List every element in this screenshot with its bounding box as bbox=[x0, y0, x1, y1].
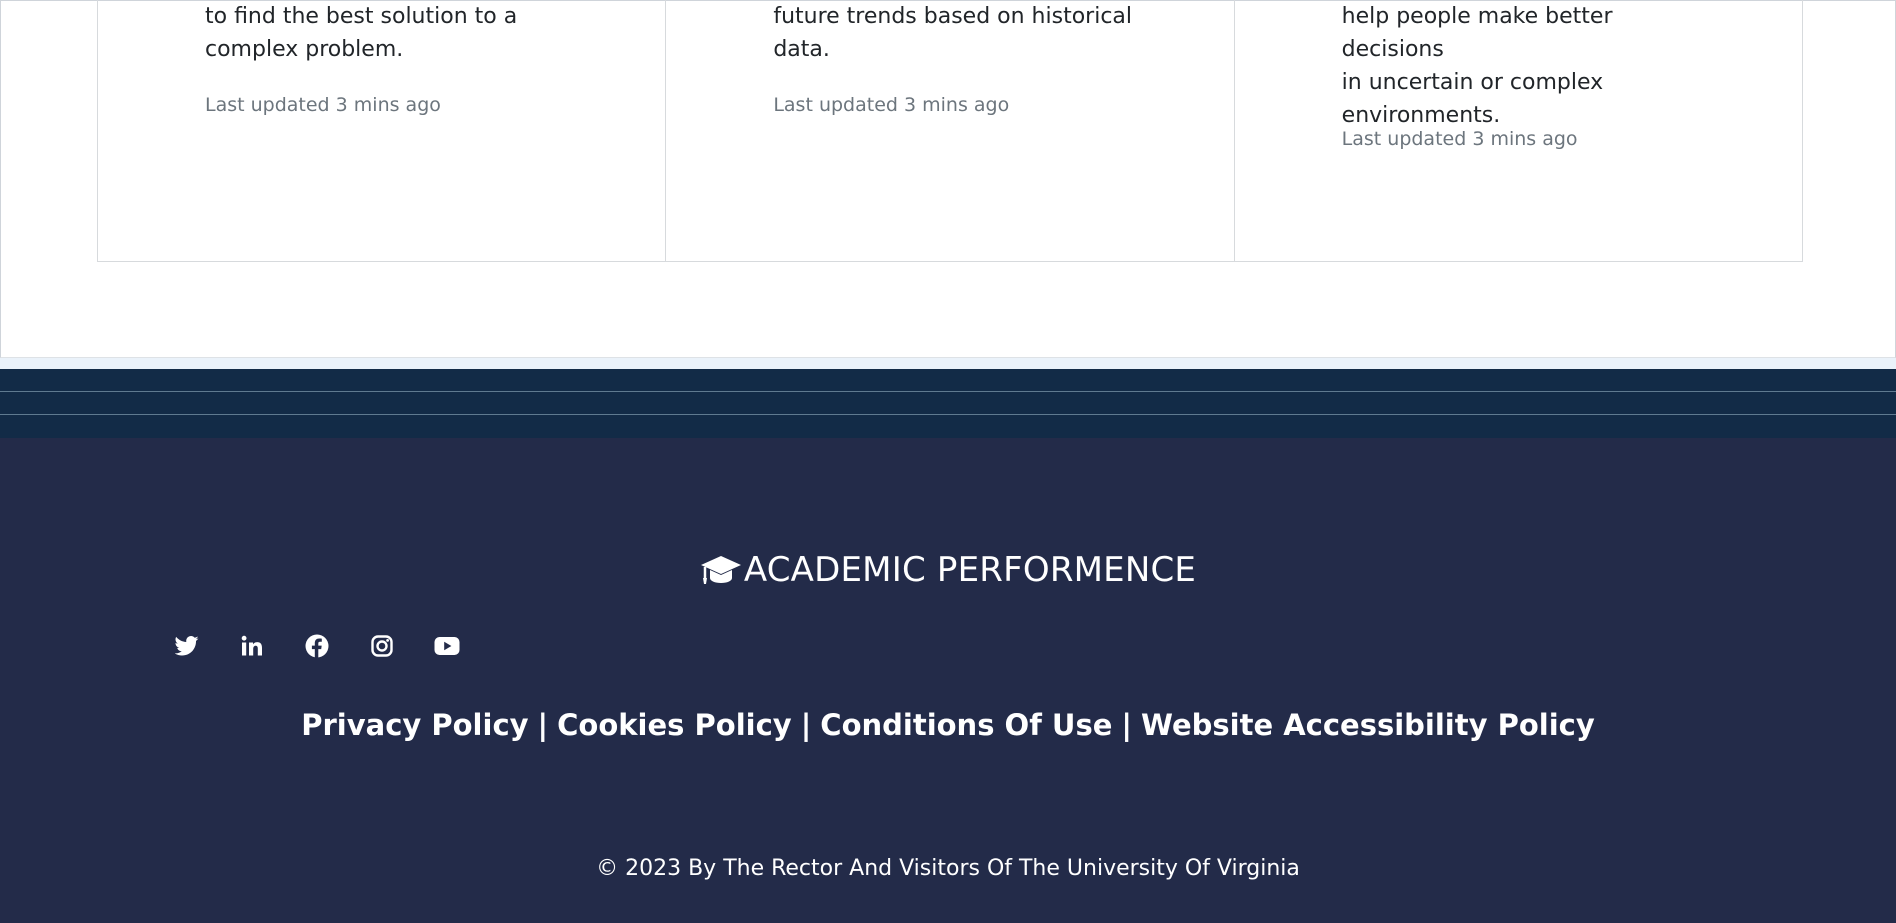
cookies-policy-link[interactable]: Cookies Policy bbox=[557, 708, 792, 742]
card-updated-text: Last updated 3 mins ago bbox=[1341, 128, 1578, 150]
card-2: future trends based on historical data. … bbox=[666, 0, 1235, 261]
youtube-link[interactable] bbox=[434, 633, 460, 659]
twitter-link[interactable] bbox=[174, 633, 200, 659]
conditions-of-use-link[interactable]: Conditions Of Use bbox=[820, 708, 1112, 742]
policy-links: Privacy Policy | Cookies Policy | Conditions… bbox=[0, 706, 1896, 744]
youtube-icon bbox=[434, 637, 460, 655]
card-updated-text: Last updated 3 mins ago bbox=[205, 94, 441, 116]
footer: ACADEMIC PERFORMENCE Privacy Policy | Co… bbox=[0, 438, 1896, 923]
linkedin-link[interactable] bbox=[239, 633, 265, 659]
link-separator: | bbox=[537, 708, 549, 742]
accessibility-policy-link[interactable]: Website Accessibility Policy bbox=[1141, 708, 1595, 742]
section-divider-light bbox=[0, 358, 1896, 369]
graduation-cap-icon bbox=[700, 555, 741, 584]
twitter-icon bbox=[175, 636, 199, 656]
instagram-icon bbox=[371, 635, 393, 657]
link-separator: | bbox=[800, 708, 812, 742]
brand-name: ACADEMIC PERFORMENCE bbox=[743, 550, 1197, 590]
card-1: to find the best solution to a complex p… bbox=[98, 0, 667, 261]
facebook-icon bbox=[305, 634, 329, 658]
card-updated-text: Last updated 3 mins ago bbox=[773, 94, 1010, 116]
card-text: future trends based on historical data. bbox=[773, 4, 1133, 62]
linkedin-icon bbox=[241, 635, 262, 656]
card-text: to find the best solution to a complex p… bbox=[205, 4, 518, 62]
privacy-policy-link[interactable]: Privacy Policy bbox=[301, 708, 528, 742]
facebook-link[interactable] bbox=[304, 633, 330, 659]
link-separator: | bbox=[1121, 708, 1132, 742]
band-line bbox=[0, 391, 1896, 392]
footer-top-band bbox=[0, 369, 1896, 438]
content-section: to find the best solution to a complex p… bbox=[0, 0, 1896, 358]
copyright-text: © 2023 By The Rector And Visitors Of The… bbox=[596, 856, 1300, 881]
card-text: help people make better decisions in unc… bbox=[1341, 4, 1613, 128]
card-3: help people make better decisions in unc… bbox=[1235, 0, 1802, 261]
card-group: to find the best solution to a complex p… bbox=[97, 0, 1803, 262]
footer-brand[interactable]: ACADEMIC PERFORMENCE bbox=[0, 548, 1896, 592]
band-line bbox=[0, 414, 1896, 415]
social-links bbox=[174, 630, 460, 662]
instagram-link[interactable] bbox=[369, 633, 395, 659]
